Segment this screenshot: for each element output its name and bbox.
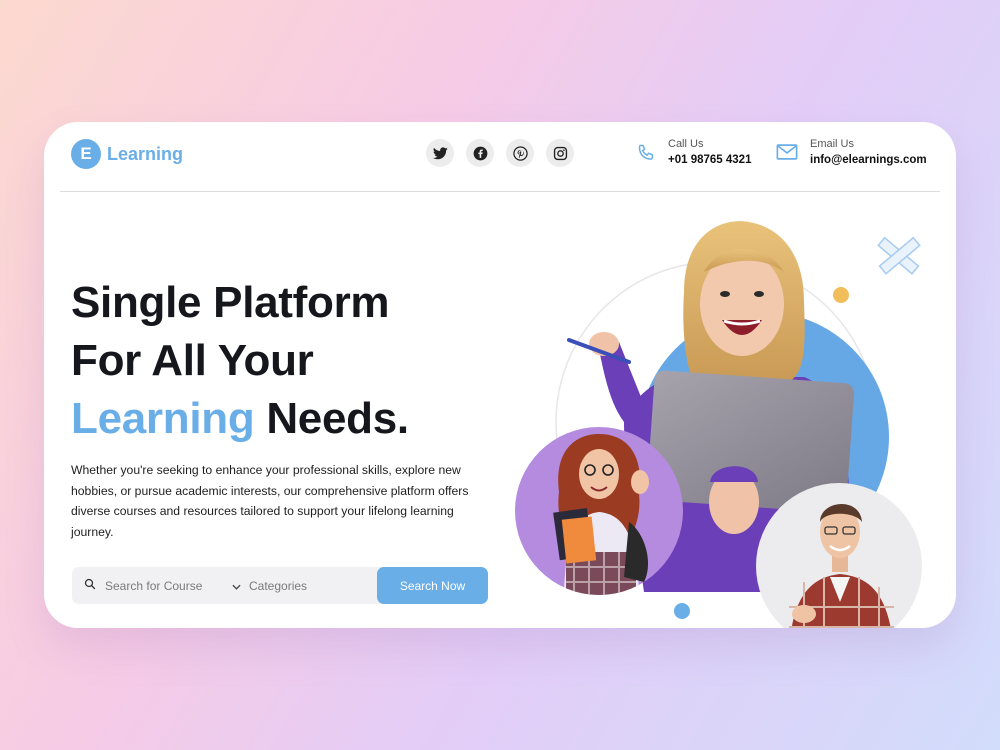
search-now-button[interactable]: Search Now [377, 567, 488, 604]
hero-card: E Learning Call Us +01 98765 4321 Email … [44, 122, 956, 628]
student-right-photo [756, 483, 922, 628]
hero-title-line1: Single Platform [71, 278, 390, 327]
hero-description: Whether you're seeking to enhance your p… [71, 463, 469, 539]
mail-icon [776, 143, 798, 166]
course-search-bar: Categories Search Now [72, 567, 488, 604]
main-student-photo [567, 221, 855, 592]
logo[interactable]: E Learning [71, 139, 183, 169]
twitter-icon[interactable] [426, 139, 454, 167]
phone-icon [636, 143, 656, 168]
orbit-ring [555, 261, 877, 583]
email-address: info@elearnings.com [810, 154, 927, 166]
chevron-down-icon [232, 579, 241, 593]
logo-text: Learning [107, 143, 184, 164]
blue-circle [639, 312, 889, 562]
search-field[interactable] [84, 567, 224, 604]
hero-title-accent: Learning [71, 394, 255, 443]
instagram-icon[interactable] [546, 139, 574, 167]
student-left-photo [515, 427, 683, 595]
categories-dropdown[interactable]: Categories [232, 567, 307, 604]
search-input[interactable] [103, 577, 217, 594]
ruler-pencil-icon [877, 236, 921, 275]
blue-dot [674, 603, 690, 619]
header-divider [60, 191, 940, 192]
hero-title-line2: For All Your [71, 336, 314, 385]
hero-title-end: Needs. [254, 394, 409, 443]
call-label: Call Us [668, 138, 704, 150]
call-us[interactable]: Call Us +01 98765 4321 [636, 137, 751, 169]
call-number: +01 98765 4321 [668, 154, 752, 166]
pinterest-icon[interactable] [506, 139, 534, 167]
hero-title: Single Platform For All Your Learning Ne… [71, 274, 409, 448]
facebook-icon[interactable] [466, 139, 494, 167]
search-icon [84, 577, 96, 595]
logo-badge: E [71, 139, 101, 169]
orange-dot [833, 287, 849, 303]
email-label: Email Us [810, 138, 855, 150]
email-us[interactable]: Email Us info@elearnings.com [776, 137, 927, 169]
social-links [426, 139, 574, 167]
categories-label: Categories [249, 578, 308, 593]
